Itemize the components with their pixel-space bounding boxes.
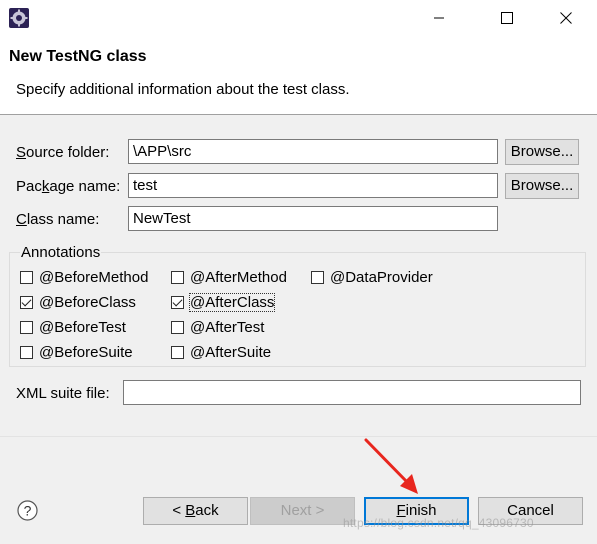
checkbox-box[interactable] — [171, 320, 184, 334]
checkbox-label: @BeforeClass — [39, 293, 136, 311]
maximize-button[interactable] — [484, 0, 530, 36]
checkbox-box[interactable] — [20, 345, 33, 359]
minimize-icon — [434, 17, 444, 19]
checkbox-before-test[interactable]: @BeforeTest — [20, 317, 126, 337]
package-name-label: Package name: — [16, 178, 121, 195]
checkbox-before-class[interactable]: @BeforeClass — [20, 292, 136, 312]
checkbox-after-test[interactable]: @AfterTest — [171, 317, 264, 337]
class-name-label: Class name: — [16, 211, 100, 228]
next-button[interactable]: Next > — [250, 497, 355, 525]
checkbox-label: @AfterSuite — [190, 343, 272, 361]
xml-suite-input[interactable] — [123, 380, 581, 405]
checkbox-box[interactable] — [20, 270, 33, 284]
class-name-input[interactable]: NewTest — [128, 206, 498, 231]
button-bar-separator — [0, 436, 597, 437]
checkbox-label: @AfterMethod — [190, 268, 287, 286]
checkbox-label: @BeforeSuite — [39, 343, 133, 361]
back-button[interactable]: < Back — [143, 497, 248, 525]
source-folder-browse-button[interactable]: Browse... — [505, 139, 579, 165]
checkbox-label: @BeforeTest — [39, 318, 126, 336]
checkbox-after-class[interactable]: @AfterClass — [171, 292, 276, 312]
wizard-header: New TestNG class Specify additional info… — [0, 36, 597, 115]
package-name-input[interactable]: test — [128, 173, 498, 198]
checkbox-box[interactable] — [171, 295, 184, 309]
checkbox-label: @AfterTest — [190, 318, 265, 336]
eclipse-icon — [9, 8, 29, 28]
close-button[interactable] — [543, 0, 589, 36]
title-bar — [0, 0, 597, 36]
xml-suite-label: XML suite file: — [16, 385, 110, 402]
close-icon — [560, 12, 572, 24]
watermark: https://blog.csdn.net/qq_43096730 — [343, 516, 534, 530]
svg-text:?: ? — [24, 503, 32, 519]
wizard-description: Specify additional information about the… — [16, 81, 350, 98]
maximize-icon — [501, 12, 513, 24]
checkbox-label: @DataProvider — [330, 268, 433, 286]
checkbox-box[interactable] — [20, 320, 33, 334]
checkbox-label: @BeforeMethod — [39, 268, 149, 286]
red-arrow-annotation — [364, 438, 418, 494]
checkbox-box[interactable] — [311, 270, 324, 284]
package-name-browse-button[interactable]: Browse... — [505, 173, 579, 199]
checkbox-box[interactable] — [171, 345, 184, 359]
checkbox-label: @AfterClass — [188, 292, 276, 312]
checkbox-before-suite[interactable]: @BeforeSuite — [20, 342, 133, 362]
help-icon[interactable]: ? — [17, 500, 38, 521]
checkbox-data-provider[interactable]: @DataProvider — [311, 267, 433, 287]
checkbox-box[interactable] — [171, 270, 184, 284]
source-folder-label: Source folder: — [16, 144, 110, 161]
checkbox-before-method[interactable]: @BeforeMethod — [20, 267, 148, 287]
checkbox-after-method[interactable]: @AfterMethod — [171, 267, 287, 287]
checkbox-after-suite[interactable]: @AfterSuite — [171, 342, 271, 362]
checkbox-box[interactable] — [20, 295, 33, 309]
wizard-title: New TestNG class — [9, 48, 147, 65]
annotations-group-label: Annotations — [20, 243, 102, 263]
minimize-button[interactable] — [416, 0, 462, 36]
source-folder-input[interactable]: \APP\src — [128, 139, 498, 164]
